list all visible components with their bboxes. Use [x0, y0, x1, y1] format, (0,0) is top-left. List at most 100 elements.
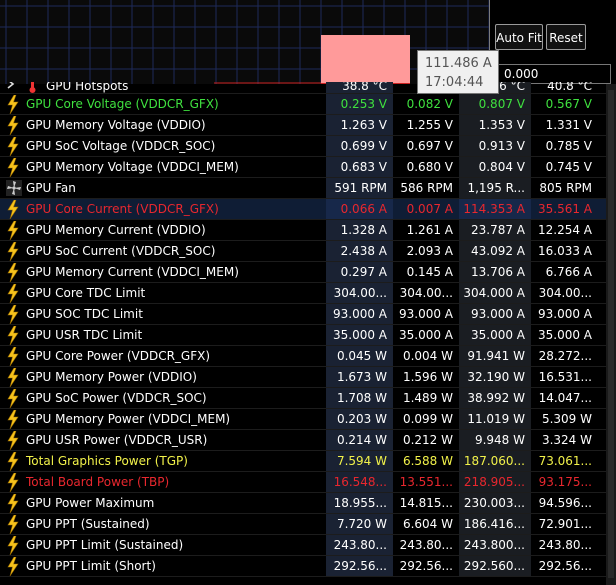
sensor-row[interactable]: GPU Core TDC Limit 304.00... 304.00... 304.…: [0, 283, 606, 304]
sensor-label: GPU Memory Voltage (VDDCI_MEM): [26, 160, 239, 174]
current-value: 0.683 V: [326, 157, 393, 178]
current-value: 93.000 A: [326, 304, 393, 325]
min-value: 6.588 W: [402, 454, 453, 468]
max-value: 35.000 A: [459, 325, 531, 346]
max-value: 13.706 A: [459, 262, 531, 283]
bolt-icon: [6, 116, 22, 135]
sensor-row[interactable]: GPU Memory Voltage (VDDIO) 1.263 V 1.255 V…: [0, 115, 606, 136]
sensor-label: Total Board Power (TBP): [26, 475, 170, 489]
sensor-row[interactable]: Total Board Power (TBP) 16.548... 13.551..…: [0, 472, 606, 493]
scrollbar[interactable]: [606, 84, 616, 585]
avg-value: 243.80...: [538, 538, 592, 552]
max-value: 304.000 A: [459, 283, 531, 304]
avg-value: 93.175...: [538, 475, 592, 489]
auto-fit-button[interactable]: Auto Fit: [495, 24, 543, 50]
min-value: 0.212 W: [402, 433, 453, 447]
sensor-row[interactable]: GPU SoC Voltage (VDDCR_SOC) 0.699 V 0.697 …: [0, 136, 606, 157]
sensor-row[interactable]: GPU SoC Current (VDDCR_SOC) 2.438 A 2.093 …: [0, 241, 606, 262]
sensor-row[interactable]: GPU SOC TDC Limit 93.000 A 93.000 A 93.000 …: [0, 304, 606, 325]
avg-value: 1.331 V: [545, 118, 592, 132]
current-value: 0.297 A: [326, 262, 393, 283]
sensor-row[interactable]: GPU Power Maximum 18.955... 14.815... 230.0…: [0, 493, 606, 514]
current-value: 35.000 A: [326, 325, 393, 346]
graph-bar: [321, 35, 410, 84]
avg-value: 93.000 A: [537, 307, 592, 321]
max-value: 11.019 W: [459, 409, 531, 430]
row-divider: [0, 576, 606, 577]
current-value: 1.673 W: [326, 367, 393, 388]
sensor-label: GPU Memory Current (VDDCI_MEM): [26, 265, 239, 279]
avg-value: 73.061...: [538, 454, 592, 468]
avg-value: 805 RPM: [539, 181, 592, 195]
graph-controls: Auto Fit Reset 0.000: [489, 0, 616, 84]
sensor-row[interactable]: Total Graphics Power (TGP) 7.594 W 6.588 W…: [0, 451, 606, 472]
min-value: 13.551...: [399, 475, 453, 489]
graph-min-field[interactable]: 0.000: [495, 64, 611, 84]
min-value: 292.56...: [399, 559, 453, 573]
current-value: 2.438 A: [326, 241, 393, 262]
sensor-label: GPU Core Current (VDDCR_GFX): [26, 202, 219, 216]
avg-value: 0.567 V: [545, 97, 592, 111]
bolt-icon: [6, 242, 22, 261]
avg-value: 16.033 A: [537, 244, 592, 258]
sensor-row[interactable]: GPU USR Power (VDDCR_USR) 0.214 W 0.212 W 9…: [0, 430, 606, 451]
avg-value: 304.00...: [538, 286, 592, 300]
current-value: 292.56...: [326, 556, 393, 577]
min-value: 0.007 A: [406, 202, 453, 216]
sensor-label: GPU Memory Power (VDDCI_MEM): [26, 412, 231, 426]
current-value: 591 RPM: [326, 178, 393, 199]
sensor-row[interactable]: GPU Hotspots38.8 °C26 °C40.8 °C: [0, 82, 606, 94]
sensor-row[interactable]: GPU Memory Current (VDDCI_MEM) 0.297 A 0.1…: [0, 262, 606, 283]
bolt-icon: [6, 200, 22, 219]
fan-icon: [6, 180, 22, 199]
sensor-label: GPU Core Voltage (VDDCR_GFX): [26, 97, 219, 111]
sensor-row[interactable]: GPU Core Power (VDDCR_GFX) 0.045 W 0.004 W…: [0, 346, 606, 367]
bolt-icon: [6, 431, 22, 450]
sensor-graph[interactable]: Auto Fit Reset 0.000: [0, 0, 616, 84]
max-value: 187.060...: [459, 451, 531, 472]
current-value: 0.066 A: [326, 199, 393, 220]
current-value: 1.328 A: [326, 220, 393, 241]
sensor-row[interactable]: GPU Memory Power (VDDCI_MEM) 0.203 W 0.099…: [0, 409, 606, 430]
current-value: 16.548...: [326, 472, 393, 493]
sensor-row[interactable]: GPU PPT Limit (Short) 292.56... 292.56... 2…: [0, 556, 606, 577]
avg-value: 0.785 V: [545, 139, 592, 153]
max-value: 218.905...: [459, 472, 531, 493]
min-value: 0.099 W: [402, 412, 453, 426]
reset-button[interactable]: Reset: [546, 24, 586, 50]
max-value: 38.992 W: [459, 388, 531, 409]
sensor-row[interactable]: GPU Fan 591 RPM 586 RPM 1,195 R... 805 RPM: [0, 178, 606, 199]
sensor-row[interactable]: GPU Memory Power (VDDIO) 1.673 W 1.596 W 32…: [0, 367, 606, 388]
min-value: 0.145 A: [406, 265, 453, 279]
sensor-label: GPU SoC Current (VDDCR_SOC): [26, 244, 216, 258]
sensor-label: GPU Fan: [26, 181, 76, 195]
sensor-row[interactable]: GPU SoC Power (VDDCR_SOC) 1.708 W 1.489 W 3…: [0, 388, 606, 409]
scrollbar-track[interactable]: [608, 90, 614, 578]
min-value: 0.697 V: [406, 139, 453, 153]
bolt-icon: [6, 389, 22, 408]
bolt-icon: [6, 410, 22, 429]
avg-value: 292.56...: [538, 559, 592, 573]
sensor-row[interactable]: GPU Core Current (VDDCR_GFX) 0.066 A 0.007…: [0, 199, 606, 220]
current-value: 0.045 W: [326, 346, 393, 367]
sensor-row[interactable]: GPU Memory Voltage (VDDCI_MEM) 0.683 V 0.6…: [0, 157, 606, 178]
current-value: 0.214 W: [326, 430, 393, 451]
max-value: 243.800...: [459, 535, 531, 556]
sensor-row[interactable]: GPU Memory Current (VDDIO) 1.328 A 1.261 A…: [0, 220, 606, 241]
avg-value: 0.745 V: [545, 160, 592, 174]
current-value: 7.594 W: [326, 451, 393, 472]
min-value: 0.082 V: [406, 97, 453, 111]
min-value: 14.815...: [399, 496, 453, 510]
max-value: 292.560...: [459, 556, 531, 577]
sensor-row[interactable]: GPU USR TDC Limit 35.000 A 35.000 A 35.000 …: [0, 325, 606, 346]
avg-value: 5.309 W: [541, 412, 592, 426]
sensor-row[interactable]: GPU Core Voltage (VDDCR_GFX) 0.253 V 0.082…: [0, 94, 606, 115]
sensor-label: GPU Power Maximum: [26, 496, 155, 510]
sensor-row[interactable]: GPU PPT Limit (Sustained) 243.80... 243.80…: [0, 535, 606, 556]
bolt-icon: [6, 305, 22, 324]
bolt-icon: [6, 95, 22, 114]
bolt-icon: [6, 515, 22, 534]
expand-chevron-icon[interactable]: [7, 82, 15, 92]
min-value: 6.604 W: [402, 517, 453, 531]
sensor-row[interactable]: GPU PPT (Sustained) 7.720 W 6.604 W 186.416…: [0, 514, 606, 535]
